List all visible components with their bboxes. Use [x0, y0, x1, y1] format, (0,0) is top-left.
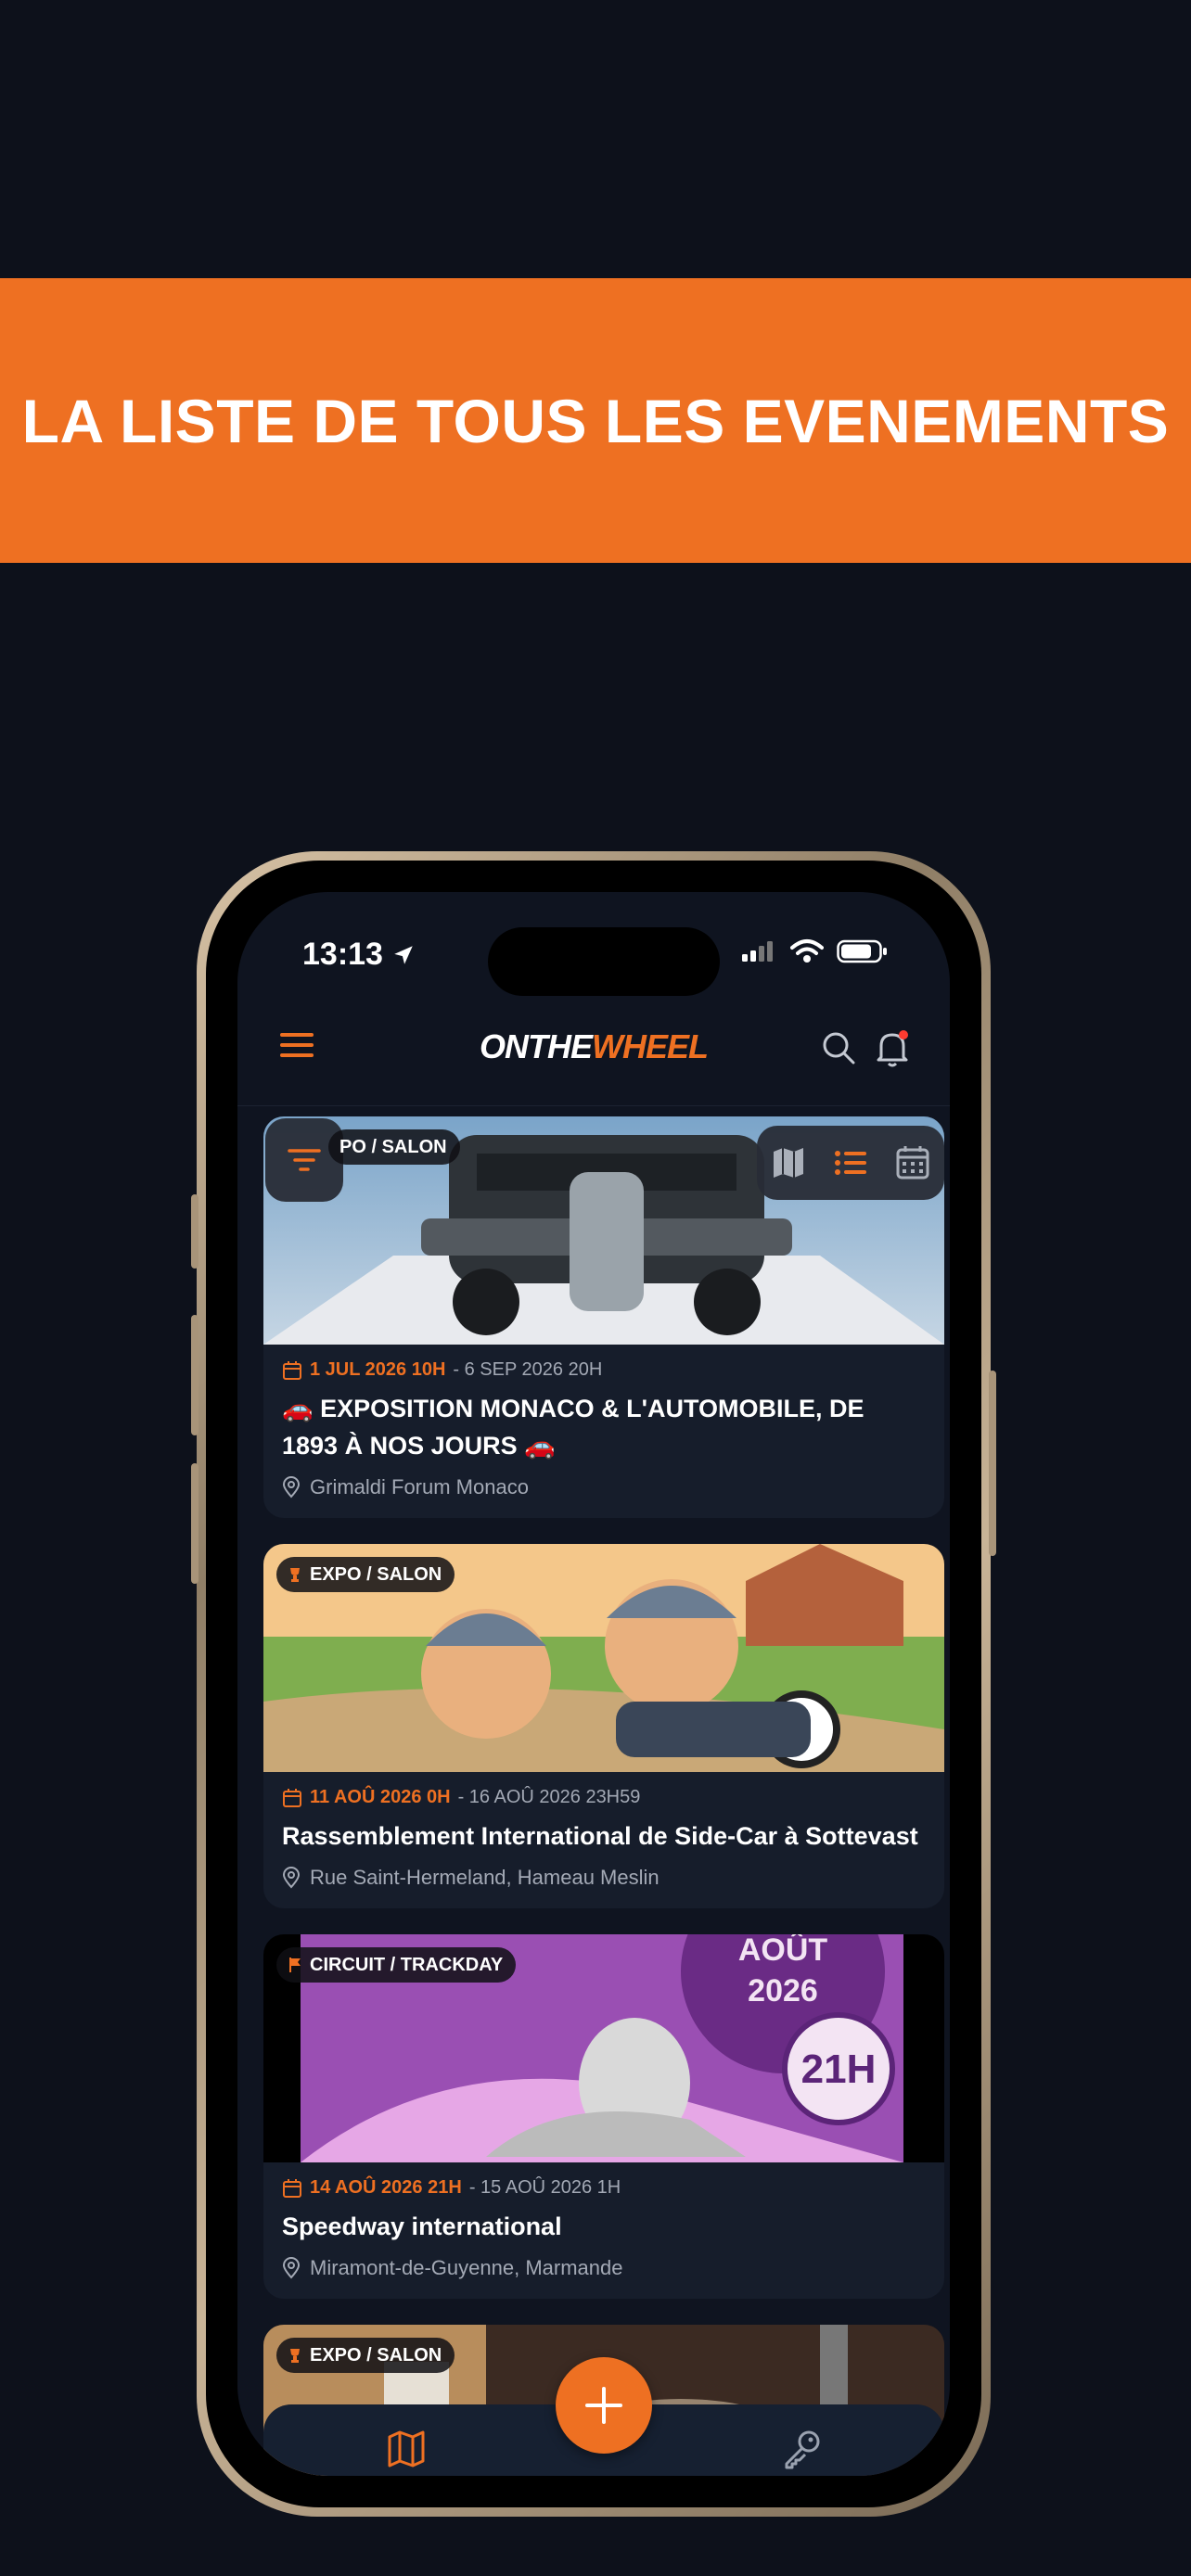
event-card[interactable]: EXPO / SALON 11 AOÛ 2026 0H - 16 AOÛ 202… [263, 1544, 944, 1908]
map-tab-icon[interactable] [386, 2429, 427, 2469]
volume-down-button [191, 1463, 198, 1584]
notification-dot [899, 1030, 908, 1039]
event-dates: 14 AOÛ 2026 21H - 15 AOÛ 2026 1H [282, 2177, 926, 2199]
location-pin-icon [282, 1476, 301, 1498]
power-button [989, 1371, 996, 1556]
signal-icon [742, 941, 773, 962]
event-dates: 11 AOÛ 2026 0H - 16 AOÛ 2026 23H59 [282, 1787, 926, 1808]
event-location: Miramont-de-Guyenne, Marmande [282, 2256, 926, 2280]
location-pin-icon [282, 2257, 301, 2279]
event-dates: 1 JUL 2026 10H - 6 SEP 2026 20H [282, 1359, 926, 1381]
calendar-icon [283, 1360, 301, 1380]
wifi-icon [790, 939, 824, 963]
event-list: PO / SALON 1 JUL 2026 10H - 6 SEP 2026 2… [263, 1116, 944, 2476]
status-bar: 13:13 [237, 892, 950, 996]
plus-icon [585, 2387, 622, 2424]
map-view-icon[interactable] [770, 1144, 807, 1181]
event-image: PO / SALON [263, 1116, 944, 1345]
battery-icon [837, 939, 887, 963]
status-time: 13:13 [302, 937, 416, 973]
poster-year: 2026 [748, 1973, 818, 2009]
dynamic-island [488, 927, 720, 996]
location-pin-icon [282, 1867, 301, 1889]
promo-banner: LA LISTE DE TOUS LES EVENEMENTS [0, 278, 1191, 563]
category-badge: CIRCUIT / TRACKDAY [276, 1947, 517, 1983]
filter-button[interactable] [265, 1118, 343, 1202]
flag-icon [289, 1958, 301, 1972]
view-switcher [757, 1126, 944, 1200]
event-location: Rue Saint-Hermeland, Hameau Meslin [282, 1866, 926, 1890]
event-card[interactable]: PO / SALON 1 JUL 2026 10H - 6 SEP 2026 2… [263, 1116, 944, 1518]
event-card[interactable]: AOÛT 2026 21H CIRCUIT / TRACKDAY 14 AOÛ … [263, 1934, 944, 2299]
bell-icon[interactable] [874, 1027, 911, 1068]
event-title[interactable]: Rassemblement International de Side-Car … [282, 1817, 926, 1855]
poster-time: 21H [801, 2047, 877, 2092]
app-header: ONTHEWHEEL [237, 1001, 950, 1106]
app-screen: 13:13 ONTHEWHEEL PO / SALON 1 JUL 2026 1… [237, 892, 950, 2476]
action-button [191, 1194, 198, 1269]
poster-month: AOÛT [738, 1934, 828, 1968]
trophy-icon [290, 2349, 300, 2363]
search-icon[interactable] [820, 1029, 857, 1066]
add-event-button[interactable] [556, 2357, 652, 2454]
calendar-icon [283, 2178, 301, 2198]
key-tab-icon[interactable] [781, 2427, 824, 2469]
filter-icon [288, 1149, 321, 1171]
banner-title: LA LISTE DE TOUS LES EVENEMENTS [21, 386, 1170, 455]
phone-frame: 13:13 ONTHEWHEEL PO / SALON 1 JUL 2026 1… [191, 851, 996, 2517]
list-view-icon[interactable] [832, 1144, 869, 1181]
category-badge: EXPO / SALON [276, 2338, 455, 2373]
category-badge: PO / SALON [328, 1129, 460, 1165]
category-badge: EXPO / SALON [276, 1557, 455, 1592]
location-arrow-icon [394, 946, 414, 964]
calendar-view-icon[interactable] [894, 1144, 931, 1181]
event-image: EXPO / SALON [263, 1544, 944, 1772]
event-image: AOÛT 2026 21H CIRCUIT / TRACKDAY [263, 1934, 944, 2162]
trophy-icon [290, 1568, 300, 1582]
event-location: Grimaldi Forum Monaco [282, 1475, 926, 1499]
event-title[interactable]: 🚗 EXPOSITION MONACO & L'AUTOMOBILE, DE 1… [282, 1390, 926, 1464]
event-title[interactable]: Speedway international [282, 2208, 926, 2245]
calendar-icon [283, 1788, 301, 1807]
volume-up-button [191, 1315, 198, 1435]
